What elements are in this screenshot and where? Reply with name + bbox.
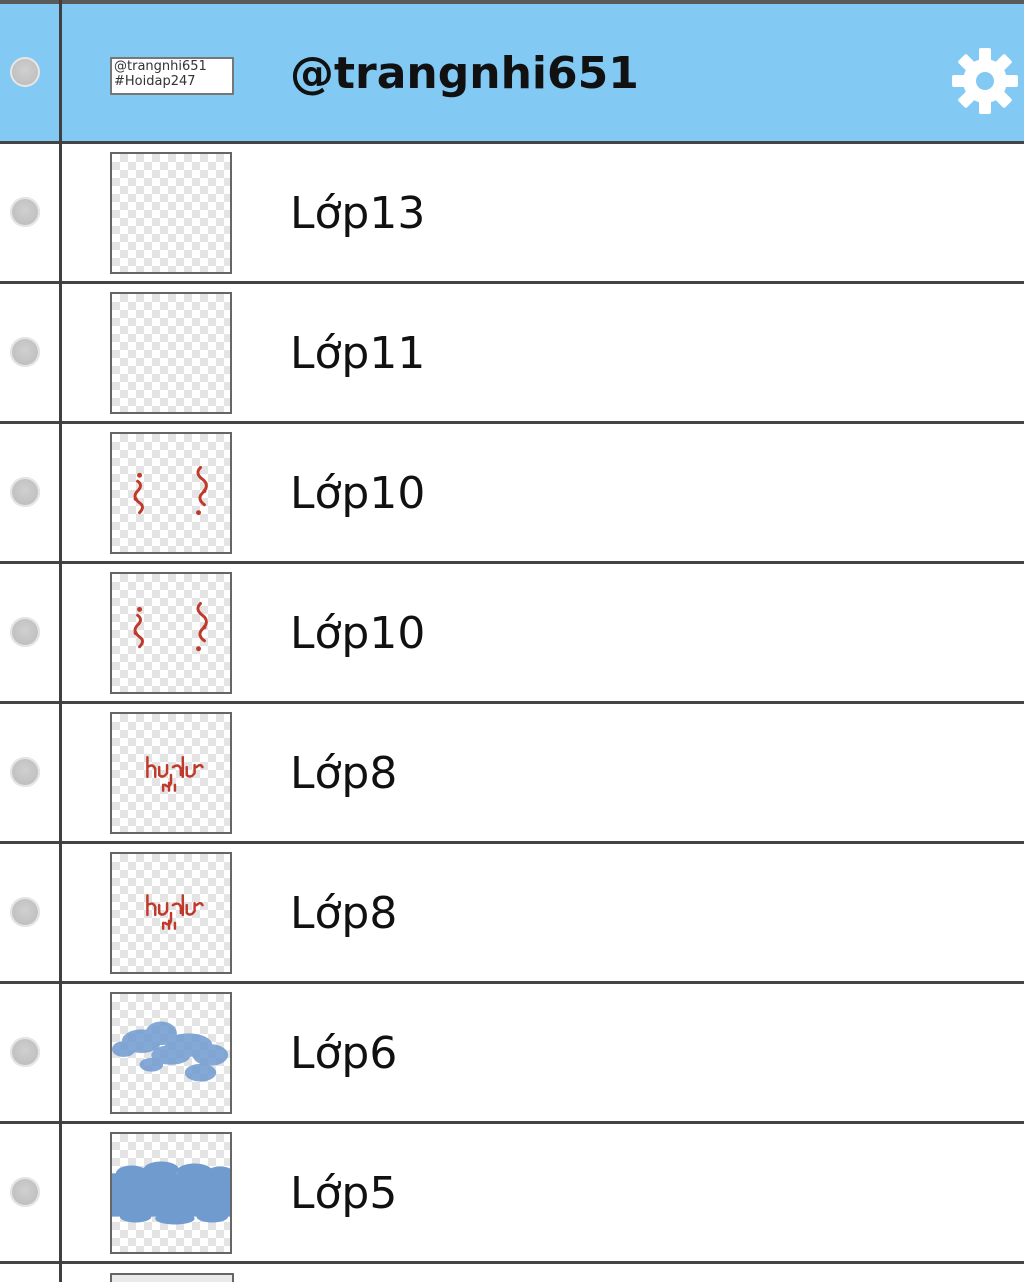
visibility-toggle[interactable] [10, 57, 40, 87]
layer-row[interactable]: Lớp13 [0, 144, 1024, 284]
layer-row[interactable]: Lớp8 [0, 844, 1024, 984]
red-decoration-graphic [133, 602, 208, 652]
layer-name[interactable]: @trangnhi651 [290, 48, 639, 100]
layer-thumbnail[interactable]: @trangnhi651 #Hoidap247 [110, 57, 234, 95]
red-text-graphic [146, 894, 204, 930]
layer-thumbnail-partial [110, 1273, 234, 1282]
visibility-toggle[interactable] [10, 897, 40, 927]
layer-row[interactable]: Lớp10 [0, 564, 1024, 704]
visibility-toggle[interactable] [10, 197, 40, 227]
visibility-toggle[interactable] [10, 477, 40, 507]
layer-name[interactable]: Lớp8 [290, 888, 397, 940]
blue-cloud-graphic [112, 1021, 229, 1082]
visibility-toggle[interactable] [10, 1177, 40, 1207]
gear-icon[interactable] [950, 46, 1020, 116]
layer-thumbnail[interactable] [110, 712, 232, 834]
layer-name[interactable]: Lớp11 [290, 328, 425, 380]
layer-name[interactable]: Lớp8 [290, 748, 397, 800]
layer-name[interactable]: Lớp10 [290, 468, 425, 520]
column-divider [59, 0, 62, 1282]
layer-name[interactable]: Lớp13 [290, 188, 425, 240]
red-decoration-graphic [133, 465, 208, 516]
layer-row[interactable]: Lớp5 [0, 1124, 1024, 1264]
visibility-toggle[interactable] [10, 1037, 40, 1067]
layer-row[interactable]: Lớp11 [0, 284, 1024, 424]
thumbnail-text-line2: #Hoidap247 [114, 74, 196, 89]
thumbnail-text-line1: @trangnhi651 [114, 59, 207, 74]
blue-band-graphic [112, 1161, 230, 1225]
layers-panel: @trangnhi651 #Hoidap247 @trangnhi651 Lớp… [0, 0, 1024, 1282]
visibility-toggle[interactable] [10, 337, 40, 367]
visibility-toggle[interactable] [10, 617, 40, 647]
layer-thumbnail[interactable] [110, 292, 232, 414]
layer-name[interactable]: Lớp5 [290, 1168, 397, 1220]
layer-thumbnail[interactable] [110, 432, 232, 554]
layer-row[interactable]: Lớp8 [0, 704, 1024, 844]
layer-row[interactable]: Lớp10 [0, 424, 1024, 564]
red-text-graphic [146, 756, 204, 792]
layer-thumbnail[interactable] [110, 992, 232, 1114]
layer-row-selected[interactable]: @trangnhi651 #Hoidap247 @trangnhi651 [0, 4, 1024, 144]
visibility-toggle[interactable] [10, 757, 40, 787]
layer-name[interactable]: Lớp10 [290, 608, 425, 660]
layer-thumbnail[interactable] [110, 852, 232, 974]
layer-thumbnail[interactable] [110, 572, 232, 694]
layer-name[interactable]: Lớp6 [290, 1028, 397, 1080]
layer-row[interactable]: Lớp6 [0, 984, 1024, 1124]
layer-thumbnail[interactable] [110, 1132, 232, 1254]
layer-thumbnail[interactable] [110, 152, 232, 274]
